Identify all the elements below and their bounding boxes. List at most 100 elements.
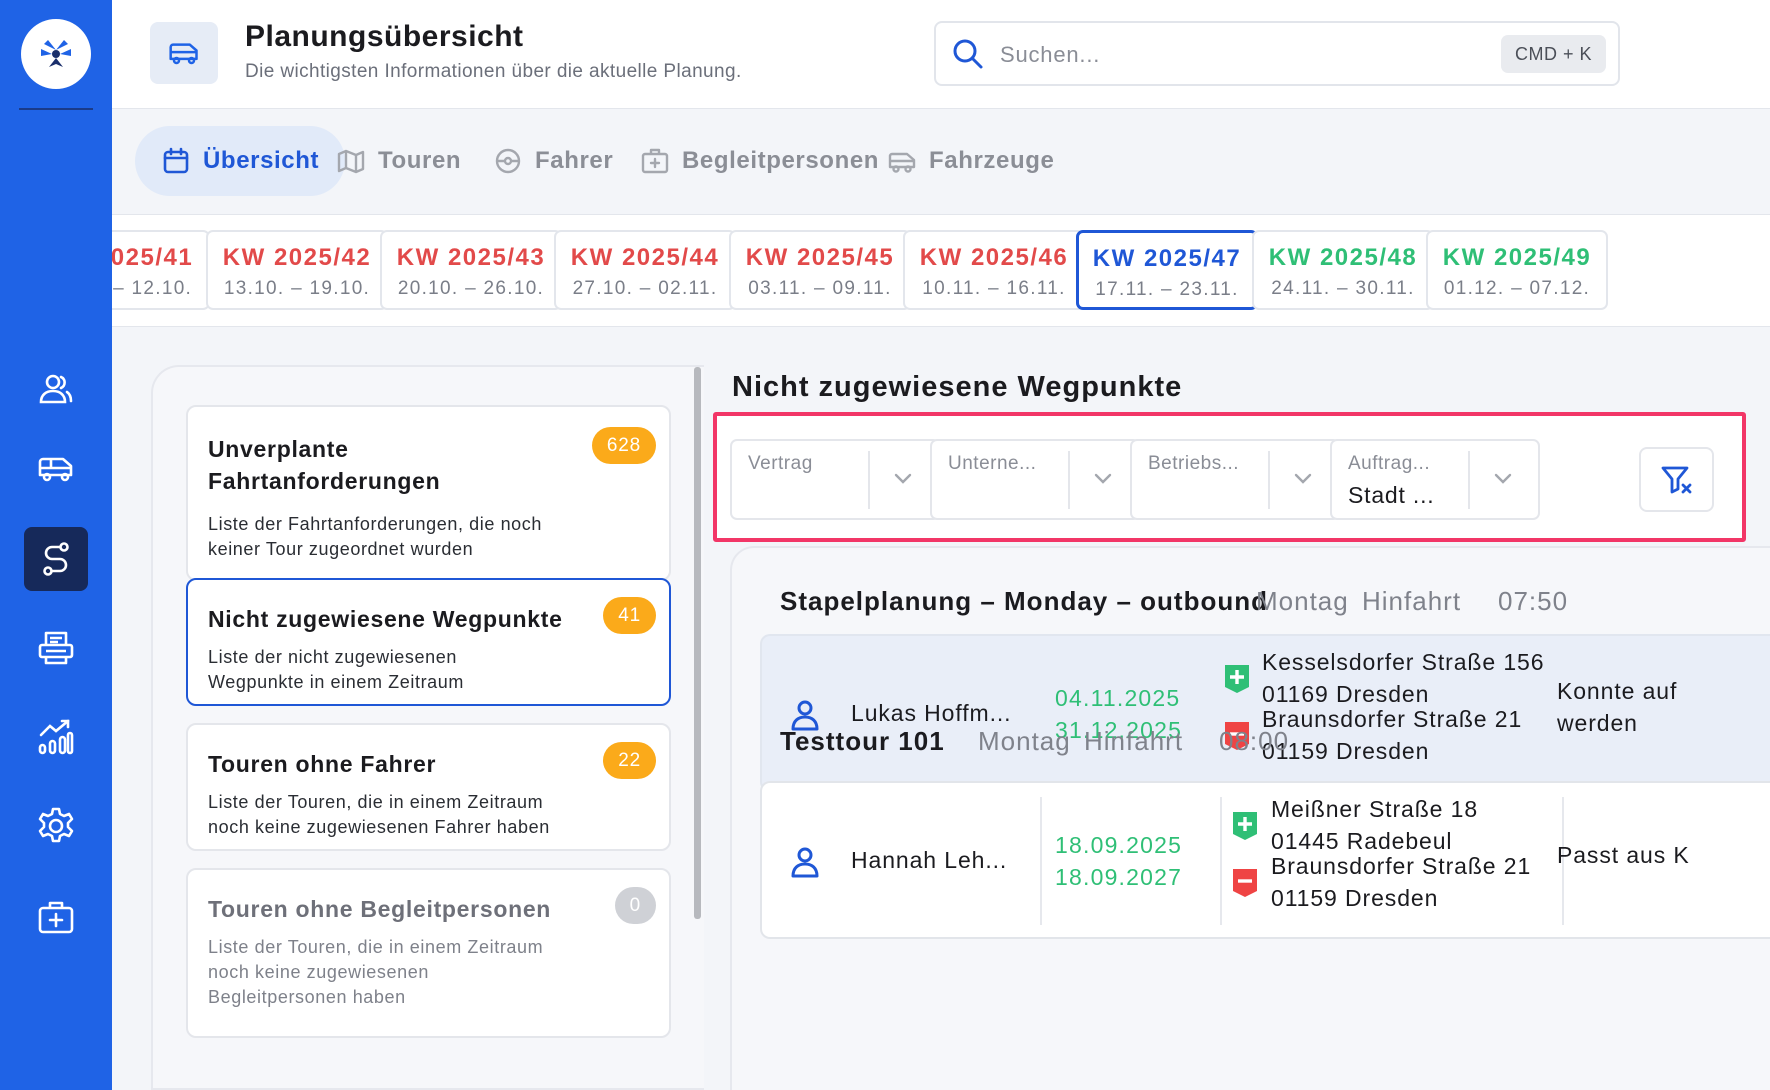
- filter-company-select[interactable]: Unterne...: [930, 439, 1140, 520]
- overview-card-list: Unverplante Fahrtanforderungen Liste der…: [151, 365, 704, 1090]
- gear-icon: [38, 807, 74, 843]
- week-item-current[interactable]: KW 2025/47 17.11. – 23.11.: [1076, 230, 1258, 310]
- card-title: Unverplante Fahrtanforderungen: [208, 433, 440, 497]
- search-icon: [953, 39, 983, 69]
- week-range: 13.10. – 19.10.: [223, 278, 371, 299]
- week-range: 10.11. – 16.11.: [922, 278, 1066, 299]
- filter-contract-select[interactable]: Vertrag: [730, 439, 940, 520]
- card-desc-line: keiner Tour zugeordnet wurden: [208, 539, 474, 559]
- dropoff-city: 01159 Dresden: [1262, 738, 1430, 764]
- week-label: KW 2025/49: [1442, 244, 1592, 271]
- dropoff-address: Braunsdorfer Straße 21 01159 Dresden: [1262, 703, 1522, 767]
- group-day: Montag: [978, 726, 1071, 756]
- date-range: 18.09.2025 18.09.2027: [1055, 829, 1182, 893]
- card-title-line: Fahrtanforderungen: [208, 468, 441, 494]
- filter-label: Auftrag...: [1348, 453, 1431, 474]
- count-badge: 628: [591, 427, 656, 464]
- group-title: Testtour 101: [780, 726, 945, 756]
- week-item[interactable]: KW 2025/42 13.10. – 19.10.: [206, 230, 388, 310]
- pickup-street: Kesselsdorfer Straße 156: [1262, 649, 1545, 675]
- tab-tours[interactable]: Touren: [336, 126, 461, 196]
- week-range: 24.11. – 30.11.: [1271, 278, 1415, 299]
- count-badge: 22: [603, 742, 656, 779]
- sidebar-item-escorts[interactable]: [24, 885, 88, 949]
- tab-bar: Übersicht Touren Fahrer Begleitpersonen: [112, 110, 1770, 214]
- card-description: Liste der Touren, die in einem Zeitraum …: [208, 790, 550, 840]
- week-label: KW 2025/47: [1092, 245, 1242, 272]
- card-tours-without-escort[interactable]: Touren ohne Begleitpersonen Liste der To…: [186, 868, 671, 1038]
- tab-overview[interactable]: Übersicht: [135, 126, 346, 196]
- search-placeholder: Suchen...: [1000, 42, 1101, 67]
- dropoff-address: Braunsdorfer Straße 21 01159 Dresden: [1271, 850, 1531, 914]
- week-label: KW 2025/44: [570, 244, 720, 271]
- status-line: Konnte auf: [1557, 678, 1678, 704]
- tab-escorts[interactable]: Begleitpersonen: [640, 126, 879, 196]
- week-item[interactable]: KW 2025/45 03.11. – 09.11.: [729, 230, 911, 310]
- chevron-down-icon: [1494, 473, 1512, 484]
- page-header: Planungsübersicht Die wichtigsten Inform…: [112, 0, 1770, 109]
- card-desc-line: Liste der nicht zugewiesenen: [208, 647, 457, 667]
- card-list-scrollbar[interactable]: [694, 367, 701, 919]
- filter-facility-select[interactable]: Betriebs...: [1130, 439, 1340, 520]
- filter-label: Vertrag: [748, 453, 813, 474]
- users-icon: [39, 374, 73, 404]
- sidebar-item-print[interactable]: [24, 616, 88, 680]
- sidebar: [0, 0, 112, 1090]
- week-item[interactable]: KW 2025/43 20.10. – 26.10.: [380, 230, 562, 310]
- select-divider: [868, 451, 870, 509]
- group-direction: Hinfahrt: [1362, 586, 1462, 616]
- waypoint-row[interactable]: Lukas Hoffm... 04.11.2025 31.12.2025 Kes…: [760, 634, 1770, 792]
- dropoff-street: Braunsdorfer Straße 21: [1271, 853, 1532, 879]
- status-note: Konnte auf werden: [1557, 675, 1677, 739]
- select-divider: [1268, 451, 1270, 509]
- page-subtitle: Die wichtigsten Informationen über die a…: [245, 61, 742, 82]
- select-divider: [1468, 451, 1470, 509]
- card-description: Liste der Touren, die in einem Zeitraum …: [208, 935, 543, 1010]
- card-unassigned-waypoints[interactable]: Nicht zugewiesene Wegpunkte Liste der ni…: [186, 578, 671, 706]
- header-icon-box: [150, 22, 218, 84]
- tab-label: Übersicht: [203, 147, 320, 174]
- filter-bar: Vertrag Unterne... Betriebs... Auftrag..…: [713, 412, 1746, 542]
- clear-filters-button[interactable]: [1639, 447, 1714, 512]
- app-logo[interactable]: [21, 19, 91, 89]
- week-item[interactable]: KW 2025/49 01.12. – 07.12.: [1426, 230, 1608, 310]
- steering-wheel-icon: [495, 148, 521, 174]
- sidebar-item-vehicles[interactable]: [24, 436, 88, 500]
- card-description: Liste der nicht zugewiesenen Wegpunkte i…: [208, 645, 464, 695]
- week-label: KW 2025/45: [745, 244, 895, 271]
- pickup-icon: [1225, 665, 1249, 693]
- date-from: 18.09.2025: [1055, 832, 1183, 858]
- week-item[interactable]: KW 2025/44 27.10. – 02.11.: [554, 230, 736, 310]
- card-unplanned-requests[interactable]: Unverplante Fahrtanforderungen Liste der…: [186, 405, 671, 581]
- week-item[interactable]: KW 2025/48 24.11. – 30.11.: [1252, 230, 1434, 310]
- bus-icon: [888, 152, 916, 173]
- person-name: Hannah Leh...: [851, 847, 1008, 873]
- group-direction: Hinfahrt: [1084, 726, 1184, 756]
- group-day: Montag: [1256, 586, 1349, 616]
- card-desc-line: Liste der Touren, die in einem Zeitraum: [208, 792, 544, 812]
- week-label: KW 2025/43: [396, 244, 546, 271]
- week-range: 03.11. – 09.11.: [748, 278, 892, 299]
- tab-drivers[interactable]: Fahrer: [493, 126, 613, 196]
- week-item[interactable]: KW 2025/41 06.10. – 12.10.: [112, 230, 210, 310]
- sidebar-item-analytics[interactable]: [24, 705, 88, 769]
- select-divider: [1068, 451, 1070, 509]
- status-note: Passt aus K: [1557, 839, 1690, 871]
- card-desc-line: noch keine zugewiesenen Fahrer haben: [208, 817, 550, 837]
- filter-client-select[interactable]: Auftrag... Stadt ...: [1330, 439, 1540, 520]
- card-desc-line: Liste der Fahrtanforderungen, die noch: [208, 514, 543, 534]
- date-to: 18.09.2027: [1055, 864, 1183, 890]
- bus-icon: [169, 43, 198, 65]
- sidebar-item-settings[interactable]: [24, 794, 88, 858]
- sidebar-item-routes[interactable]: [24, 527, 88, 591]
- search-input[interactable]: Suchen... CMD + K: [934, 21, 1620, 86]
- week-item[interactable]: KW 2025/46 10.11. – 16.11.: [903, 230, 1085, 310]
- sidebar-item-users[interactable]: [24, 357, 88, 421]
- pickup-address: Kesselsdorfer Straße 156 01169 Dresden: [1262, 646, 1544, 710]
- waypoint-row[interactable]: Hannah Leh... 18.09.2025 18.09.2027 Meiß…: [760, 781, 1770, 939]
- week-label: KW 2025/42: [222, 244, 372, 271]
- week-label: KW 2025/46: [919, 244, 1069, 271]
- tab-vehicles[interactable]: Fahrzeuge: [887, 126, 1054, 196]
- week-range: 17.11. – 23.11.: [1095, 279, 1239, 300]
- card-tours-without-driver[interactable]: Touren ohne Fahrer Liste der Touren, die…: [186, 723, 671, 851]
